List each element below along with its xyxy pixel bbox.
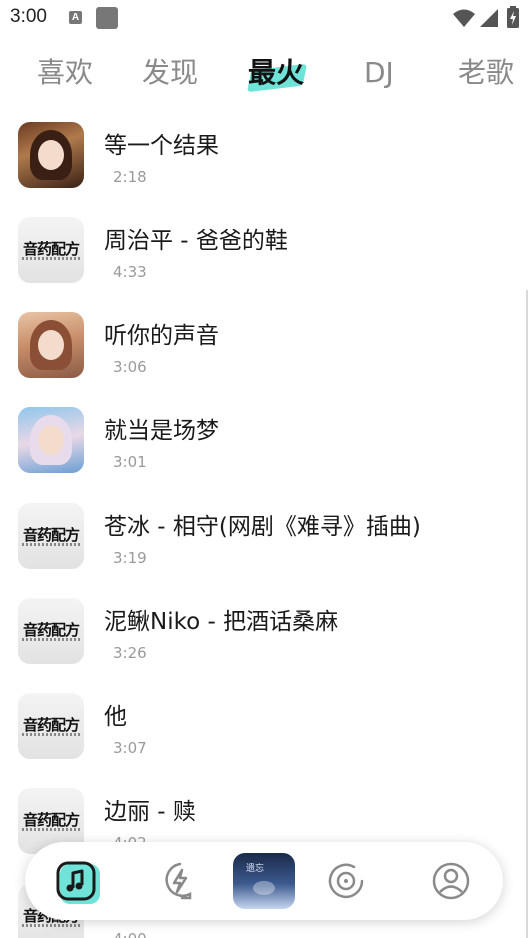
notification-square-icon bbox=[96, 7, 118, 29]
tab-discover[interactable]: 发现 bbox=[142, 48, 198, 98]
disc-icon[interactable] bbox=[326, 861, 366, 901]
lightning-icon[interactable] bbox=[160, 861, 200, 901]
song-row[interactable]: 音药配方 周治平 - 爸爸的鞋 4:33 bbox=[0, 203, 528, 298]
song-row[interactable]: 听你的声音 3:06 bbox=[0, 298, 528, 393]
song-cover: 音药配方 bbox=[18, 217, 84, 283]
cover-art-face bbox=[38, 330, 64, 360]
song-cover bbox=[18, 122, 84, 188]
brand-logo-text: 音药配方 bbox=[22, 716, 80, 734]
battery-icon bbox=[507, 6, 519, 28]
tab-hottest[interactable]: 最火 bbox=[248, 48, 304, 98]
song-cover: 音药配方 bbox=[18, 503, 84, 569]
brand-logo-text: 音药配方 bbox=[22, 526, 80, 544]
song-duration: 2:18 bbox=[113, 168, 147, 186]
signal-icon bbox=[480, 9, 498, 27]
category-tabs: 喜欢 发现 最火 DJ 老歌 bbox=[0, 48, 528, 98]
cover-moon bbox=[253, 881, 275, 895]
notification-a-icon: A bbox=[69, 11, 82, 24]
song-duration: 3:26 bbox=[113, 644, 147, 662]
song-duration: 3:01 bbox=[113, 453, 147, 471]
wifi-icon bbox=[453, 9, 475, 27]
song-title: 他 bbox=[104, 704, 127, 730]
brand-logo-text: 音药配方 bbox=[22, 621, 80, 639]
brand-logo-text: 音药配方 bbox=[22, 811, 80, 829]
song-title: 就当是场梦 bbox=[104, 418, 219, 444]
song-duration: 3:19 bbox=[113, 549, 147, 567]
cover-art-face bbox=[38, 425, 64, 455]
song-row[interactable]: 等一个结果 2:18 bbox=[0, 108, 528, 203]
song-cover: 音药配方 bbox=[18, 693, 84, 759]
brand-logo-line bbox=[22, 733, 80, 736]
song-cover bbox=[18, 312, 84, 378]
tab-old-songs[interactable]: 老歌 bbox=[458, 48, 514, 98]
app-screen: 3:00 A 喜欢 发现 最火 DJ 老歌 等一个结果 2:18 音药配方 周治… bbox=[0, 0, 528, 938]
tab-dj[interactable]: DJ bbox=[364, 48, 394, 98]
brand-logo-line bbox=[22, 924, 80, 927]
song-duration: 3:06 bbox=[113, 358, 147, 376]
song-cover: 音药配方 bbox=[18, 598, 84, 664]
song-title: 边丽 - 赎 bbox=[104, 799, 196, 825]
status-time: 3:00 bbox=[10, 6, 47, 27]
now-playing-cover-text: 遗忘 bbox=[246, 864, 265, 874]
brand-logo-line bbox=[22, 257, 80, 260]
status-bar: 3:00 A bbox=[0, 0, 528, 36]
bottom-nav: 遗忘 bbox=[25, 842, 503, 920]
song-title: 听你的声音 bbox=[104, 323, 219, 349]
song-row[interactable]: 音药配方 他 3:07 bbox=[0, 679, 528, 774]
song-duration: 4:33 bbox=[113, 263, 147, 281]
brand-logo-line bbox=[22, 543, 80, 546]
cover-art-face bbox=[38, 140, 64, 170]
song-title: 苍冰 - 相守(网剧《难寻》插曲) bbox=[104, 514, 421, 540]
song-duration: 3:07 bbox=[113, 739, 147, 757]
music-icon[interactable] bbox=[56, 861, 96, 901]
song-title: 周治平 - 爸爸的鞋 bbox=[104, 228, 288, 254]
brand-logo-line bbox=[22, 638, 80, 641]
song-cover bbox=[18, 407, 84, 473]
song-title: 泥鳅Niko - 把酒话桑麻 bbox=[104, 609, 339, 635]
brand-logo-text: 音药配方 bbox=[22, 240, 80, 258]
song-duration: 4:00 bbox=[113, 930, 147, 938]
tab-favorites[interactable]: 喜欢 bbox=[37, 48, 93, 98]
song-title: 等一个结果 bbox=[104, 133, 219, 159]
song-row[interactable]: 音药配方 苍冰 - 相守(网剧《难寻》插曲) 3:19 bbox=[0, 489, 528, 584]
song-row[interactable]: 音药配方 泥鳅Niko - 把酒话桑麻 3:26 bbox=[0, 584, 528, 679]
song-row[interactable]: 就当是场梦 3:01 bbox=[0, 393, 528, 488]
profile-icon[interactable] bbox=[431, 861, 471, 901]
now-playing-cover[interactable]: 遗忘 bbox=[233, 853, 295, 909]
brand-logo-line bbox=[22, 828, 80, 831]
